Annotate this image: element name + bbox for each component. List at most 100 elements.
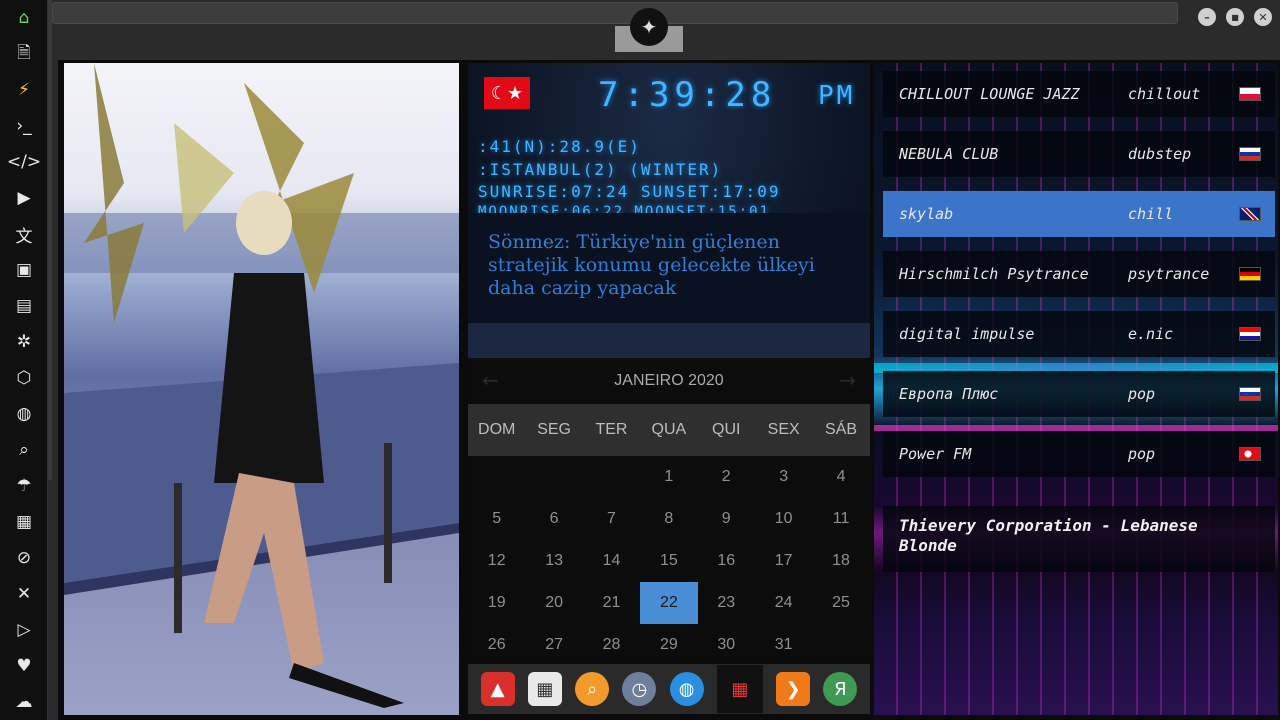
station-genre: dubstep <box>1128 145 1192 163</box>
calendar-day <box>812 624 869 666</box>
calendar-day-today[interactable]: 22 <box>640 582 698 624</box>
station-genre: e.nic <box>1128 325 1174 343</box>
calendar-day[interactable]: 4 <box>812 456 869 498</box>
calendar-day[interactable]: 8 <box>640 498 697 540</box>
calendar-day[interactable]: 23 <box>698 582 755 624</box>
calendar-week-row: 12 13 14 15 16 17 18 <box>468 540 870 582</box>
photo-scene <box>64 63 459 708</box>
lightning-icon[interactable]: ⚡ <box>10 76 38 104</box>
calendar-day[interactable]: 21 <box>583 582 640 624</box>
fullscreen-icon[interactable]: ✕ <box>10 580 38 608</box>
home-icon[interactable]: ⌂ <box>10 4 38 32</box>
radio-station-item[interactable]: NEBULA CLUB dubstep <box>883 131 1275 177</box>
anydesk-icon[interactable]: ▲ <box>480 672 515 706</box>
clock-time: 7:39:28 <box>598 75 777 115</box>
image-icon[interactable]: ▣ <box>10 256 38 284</box>
calendar-day[interactable]: 16 <box>698 540 755 582</box>
calendar-day[interactable]: 19 <box>468 582 525 624</box>
play-icon[interactable]: ▶ <box>10 184 38 212</box>
clock-city: :ISTANBUL(2) (WINTER) <box>478 160 723 179</box>
calendar-next-arrow-icon[interactable]: → <box>839 368 856 392</box>
station-name: digital impulse <box>899 325 1035 343</box>
station-name: NEBULA CLUB <box>899 145 999 163</box>
maximize-button[interactable]: ■ <box>1226 8 1244 26</box>
weekday-label: SEG <box>537 421 571 438</box>
close-button[interactable]: ✕ <box>1254 8 1272 26</box>
calendar-widget: ← JANEIRO 2020 → DOM SEG TER QUA QUI SEX SÁB 1… <box>468 358 870 658</box>
contact-icon[interactable]: ▦ <box>10 508 38 536</box>
code-icon[interactable]: </> <box>7 148 41 176</box>
calendar-day[interactable]: 18 <box>812 540 869 582</box>
calendar-day[interactable]: 7 <box>583 498 640 540</box>
calendar-day[interactable]: 25 <box>812 582 869 624</box>
minimize-button[interactable]: – <box>1198 8 1216 26</box>
calendar-day[interactable]: 2 <box>698 456 755 498</box>
calendar-week-row: 5 6 7 8 9 10 11 <box>468 498 870 540</box>
translate-icon[interactable]: 文 <box>10 220 38 248</box>
link-icon[interactable]: ⊘ <box>10 544 38 572</box>
calendar-day[interactable]: 31 <box>755 624 812 666</box>
settings-wheel-icon[interactable]: ✲ <box>10 328 38 356</box>
search-icon[interactable]: ⌕ <box>10 436 38 464</box>
sidebar-scrollbar[interactable] <box>48 0 52 480</box>
radio-station-item[interactable]: skylab chill <box>883 191 1275 237</box>
weekday-label: QUA <box>651 421 687 438</box>
radio-station-item[interactable]: Power FM pop <box>883 431 1275 477</box>
radio-station-item[interactable]: Hirschmilch Psytrance psytrance <box>883 251 1275 297</box>
heart-icon[interactable]: ♥ <box>10 652 38 680</box>
calendar-day[interactable]: 20 <box>525 582 582 624</box>
youtube-icon[interactable]: ▷ <box>10 616 38 644</box>
croatia-flag-icon <box>1239 327 1261 341</box>
globe-icon[interactable]: ◍ <box>10 400 38 428</box>
umbrella-icon[interactable]: ☂ <box>10 472 38 500</box>
dice-icon[interactable]: ⬡ <box>10 364 38 392</box>
address-strip[interactable] <box>52 2 1178 24</box>
document-icon[interactable]: 🗎 <box>10 40 38 68</box>
browser-globe-icon[interactable]: ◍ <box>669 672 704 706</box>
calendar-day[interactable]: 1 <box>640 456 697 498</box>
clock-sun: SUNRISE:07:24 SUNSET:17:09 <box>478 182 781 201</box>
clock-coords: :41(N):28.9(E) <box>478 137 641 156</box>
calendar-weekdays: DOM SEG TER QUA QUI SEX SÁB <box>468 404 870 456</box>
radio-station-item[interactable]: Европа Плюс pop <box>883 371 1275 417</box>
calendar-day[interactable]: 5 <box>468 498 525 540</box>
calendar-day[interactable]: 3 <box>755 456 812 498</box>
radio-station-item[interactable]: CHILLOUT LOUNGE JAZZ chillout <box>883 71 1275 117</box>
news-app-icon[interactable]: ▦ <box>527 672 562 706</box>
calendar-day[interactable]: 17 <box>755 540 812 582</box>
clock-app-icon[interactable]: ◷ <box>622 672 657 706</box>
station-name: Европа Плюс <box>899 385 999 403</box>
calendar-app-icon[interactable]: ▦ <box>716 665 763 713</box>
calendar-day[interactable]: 26 <box>468 624 525 666</box>
search-app-icon[interactable]: ⌕ <box>575 672 610 706</box>
calendar-day[interactable]: 29 <box>640 624 697 666</box>
calendar-day[interactable]: 12 <box>468 540 525 582</box>
rebel-logo-icon[interactable]: ✦ <box>630 8 668 46</box>
yandex-icon[interactable]: Я <box>823 672 858 706</box>
station-name: skylab <box>899 205 954 223</box>
weekday-label: QUI <box>712 421 741 438</box>
news-ticker[interactable]: Sönmez: Türkiye'nin güçlenen stratejik k… <box>468 213 870 323</box>
app-dock: ▲ ▦ ⌕ ◷ ◍ ▦ ❯ Я <box>468 664 870 714</box>
cloud-icon[interactable]: ☁ <box>10 688 38 716</box>
calendar-day[interactable]: 30 <box>698 624 755 666</box>
calendar-day <box>525 456 582 498</box>
play-arrow-icon[interactable]: ❯ <box>776 672 811 706</box>
calendar-day[interactable]: 24 <box>755 582 812 624</box>
calendar-day[interactable]: 11 <box>812 498 869 540</box>
calendar-day[interactable]: 15 <box>640 540 697 582</box>
news-headline[interactable]: Sönmez: Türkiye'nin güçlenen stratejik k… <box>488 231 850 300</box>
station-name: CHILLOUT LOUNGE JAZZ <box>899 85 1080 103</box>
news-icon[interactable]: ▤ <box>10 292 38 320</box>
calendar-day[interactable]: 13 <box>525 540 582 582</box>
calendar-day[interactable]: 9 <box>698 498 755 540</box>
calendar-day[interactable]: 28 <box>583 624 640 666</box>
radio-widget: Thievery Corporation - Lebanese Blonde C… <box>874 63 1278 715</box>
calendar-day[interactable]: 14 <box>583 540 640 582</box>
calendar-day[interactable]: 10 <box>755 498 812 540</box>
calendar-day[interactable]: 27 <box>525 624 582 666</box>
terminal-icon[interactable]: ›_ <box>10 112 38 140</box>
station-genre: chillout <box>1128 85 1201 103</box>
radio-station-item[interactable]: digital impulse e.nic <box>883 311 1275 357</box>
calendar-day[interactable]: 6 <box>525 498 582 540</box>
